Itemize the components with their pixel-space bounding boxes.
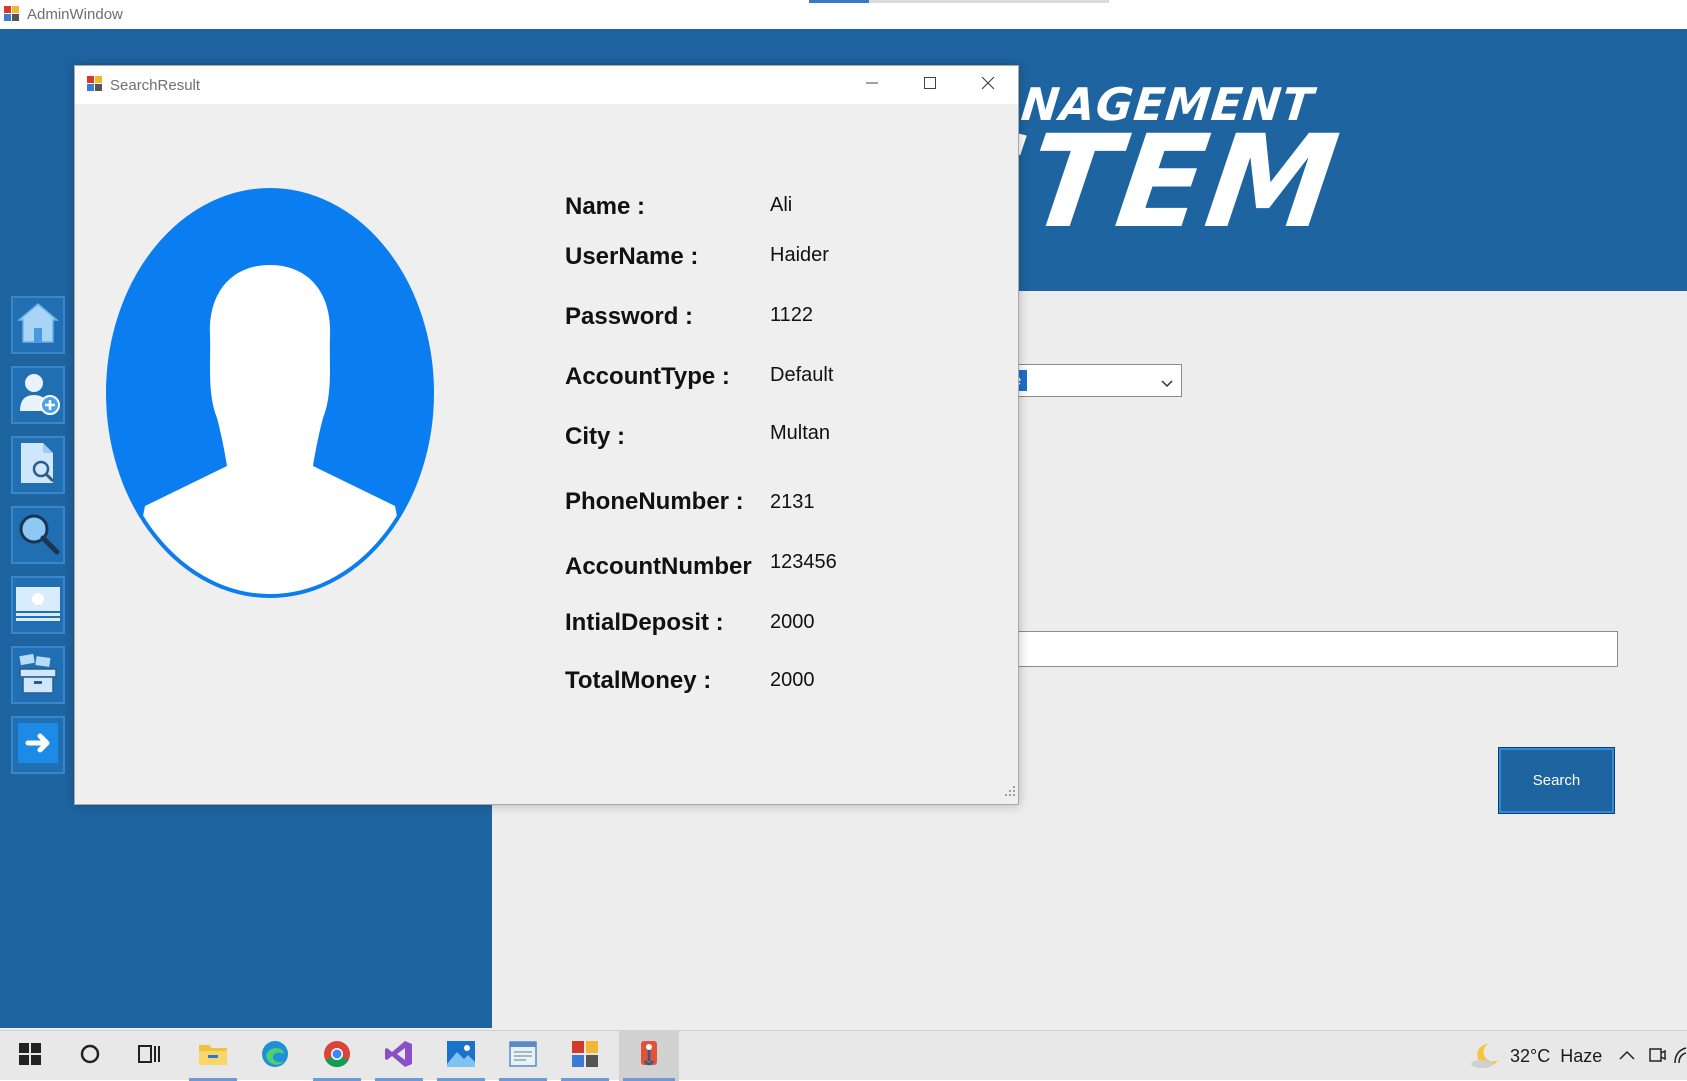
network-icon[interactable] bbox=[1674, 1045, 1687, 1070]
taskbar-winforms-app[interactable] bbox=[557, 1031, 613, 1081]
edge-icon bbox=[260, 1039, 290, 1074]
taskbar-file-explorer[interactable] bbox=[185, 1031, 241, 1081]
windows-start-icon bbox=[19, 1042, 41, 1070]
total-money-value: 2000 bbox=[770, 669, 815, 691]
username-label: UserName : bbox=[565, 243, 699, 270]
phone-number-label: PhoneNumber : bbox=[565, 488, 744, 515]
avatar bbox=[105, 188, 435, 603]
home-icon bbox=[15, 300, 61, 351]
weather-condition: Haze bbox=[1560, 1046, 1603, 1066]
maximize-icon bbox=[923, 76, 937, 95]
password-label: Password : bbox=[565, 303, 694, 330]
top-scroll-indicator bbox=[809, 0, 1109, 3]
chevron-down-icon bbox=[1161, 375, 1173, 393]
phone-number-value: 2131 bbox=[770, 491, 815, 513]
taskbar-visual-studio[interactable] bbox=[371, 1031, 427, 1081]
chrome-icon bbox=[322, 1039, 352, 1074]
username-value: Haider bbox=[770, 244, 829, 266]
dialog-app-icon bbox=[87, 76, 103, 97]
task-view-button[interactable] bbox=[122, 1031, 178, 1081]
taskbar-document-app[interactable] bbox=[495, 1031, 551, 1081]
visual-studio-icon bbox=[384, 1039, 414, 1074]
name-label: Name : bbox=[565, 193, 646, 220]
total-money-label: TotalMoney : bbox=[565, 667, 712, 694]
account-number-value: 123456 bbox=[770, 551, 837, 573]
account-number-label: AccountNumber bbox=[565, 553, 752, 580]
weather-temperature: 32°C bbox=[1510, 1046, 1551, 1066]
resize-grip-icon[interactable] bbox=[1004, 784, 1016, 802]
initial-deposit-label: IntialDeposit : bbox=[565, 609, 724, 636]
search-button[interactable]: Search bbox=[1498, 747, 1615, 814]
dialog-title: SearchResult bbox=[110, 77, 201, 94]
city-label: City : bbox=[565, 423, 625, 450]
taskbar-paint-app[interactable] bbox=[619, 1031, 679, 1081]
name-value: Ali bbox=[770, 194, 793, 216]
account-type-value: Default bbox=[770, 364, 834, 386]
cortana-button[interactable] bbox=[62, 1031, 118, 1081]
paint-app-icon bbox=[634, 1039, 664, 1074]
logout-arrow-icon bbox=[14, 719, 62, 772]
account-type-select[interactable]: e bbox=[1010, 364, 1182, 397]
money-icon bbox=[14, 583, 62, 628]
winforms-app-icon bbox=[571, 1040, 599, 1073]
sidebar-transactions-button[interactable] bbox=[11, 576, 65, 634]
close-icon bbox=[981, 76, 995, 95]
document-search-icon bbox=[15, 439, 61, 492]
initial-deposit-value: 2000 bbox=[770, 611, 815, 633]
dialog-titlebar: SearchResult bbox=[75, 66, 1018, 104]
search-icon bbox=[14, 509, 62, 562]
password-value: 1122 bbox=[770, 304, 814, 326]
minimize-icon bbox=[865, 76, 879, 95]
sidebar-home-button[interactable] bbox=[11, 296, 65, 354]
sidebar-search-button[interactable] bbox=[11, 506, 65, 564]
sidebar-add-user-button[interactable] bbox=[11, 366, 65, 424]
taskbar-chrome[interactable] bbox=[309, 1031, 365, 1081]
sidebar-logout-button[interactable] bbox=[11, 716, 65, 774]
weather-readout[interactable]: 32°C Haze bbox=[1510, 1046, 1602, 1067]
add-user-icon bbox=[14, 369, 62, 422]
meet-now-icon[interactable] bbox=[1648, 1045, 1666, 1070]
maximize-button[interactable] bbox=[901, 66, 959, 104]
start-button[interactable] bbox=[2, 1031, 58, 1081]
taskbar-edge[interactable] bbox=[247, 1031, 303, 1081]
search-result-dialog: SearchResult Name : Ali UserName : Haide… bbox=[74, 65, 1019, 805]
app-icon bbox=[4, 6, 20, 27]
document-app-icon bbox=[508, 1040, 538, 1073]
minimize-button[interactable] bbox=[843, 66, 901, 104]
taskbar-photos[interactable] bbox=[433, 1031, 489, 1081]
admin-window-titlebar: AdminWindow bbox=[0, 0, 1687, 29]
archive-box-icon bbox=[14, 649, 62, 702]
search-input[interactable] bbox=[1010, 631, 1618, 667]
taskbar: 32°C Haze bbox=[0, 1030, 1687, 1081]
sidebar-archive-button[interactable] bbox=[11, 646, 65, 704]
account-type-label: AccountType : bbox=[565, 363, 730, 390]
weather-moon-icon[interactable] bbox=[1470, 1042, 1500, 1075]
task-view-icon bbox=[138, 1043, 162, 1070]
sidebar-view-records-button[interactable] bbox=[11, 436, 65, 494]
close-button[interactable] bbox=[959, 66, 1017, 104]
admin-window-title: AdminWindow bbox=[27, 6, 123, 23]
photos-icon bbox=[446, 1040, 476, 1073]
cortana-icon bbox=[79, 1043, 101, 1070]
file-explorer-icon bbox=[198, 1041, 228, 1072]
chevron-up-icon[interactable] bbox=[1619, 1048, 1635, 1066]
city-value: Multan bbox=[770, 422, 831, 444]
